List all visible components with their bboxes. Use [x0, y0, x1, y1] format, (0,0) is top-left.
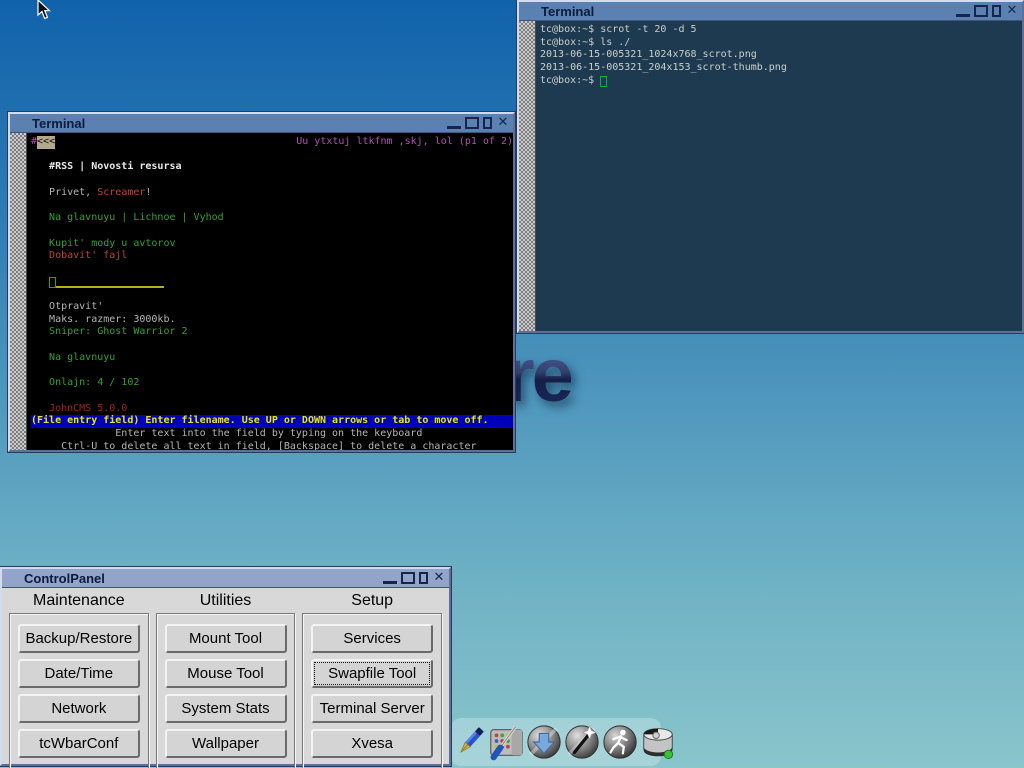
cp-column-setup: Setup Services Swapfile Tool Terminal Serve…: [302, 590, 442, 757]
terminal-line: Maks. razmer: 3000kb.: [31, 314, 513, 327]
maximize-button-icon[interactable]: [401, 572, 415, 584]
terminal-scrollbar[interactable]: [519, 21, 536, 331]
cp-button-services[interactable]: Services: [311, 624, 433, 653]
terminal-line: Privet, Screamer!: [31, 187, 513, 200]
terminal-output[interactable]: tc@box:~$ scrot -t 20 -d 5tc@box:~$ ls .…: [536, 21, 1022, 331]
desktop: re Terminal tc@box:~$ scrot -t 20 -d 5tc…: [0, 0, 1024, 768]
window-title: Terminal: [541, 4, 952, 19]
cp-column-utilities: Utilities Mount Tool Mouse Tool System Stat…: [156, 590, 296, 757]
cp-button-backup-restore[interactable]: Backup/Restore: [18, 624, 140, 653]
titlebar[interactable]: ControlPanel: [2, 569, 449, 588]
shade-button-icon[interactable]: [483, 117, 492, 129]
cp-button-mouse-tool[interactable]: Mouse Tool: [165, 659, 287, 688]
lynx-browser-output[interactable]: #<<<Uu ytxtuj ltkfnm ,skj, lol (p1 of 2)…: [27, 133, 513, 450]
close-button-icon[interactable]: [496, 117, 510, 129]
cp-group-box: Backup/Restore Date/Time Network tcWbarConf: [9, 613, 149, 768]
cp-section-header: Utilities: [156, 590, 296, 613]
cp-section-header: Setup: [302, 590, 442, 613]
text-cursor-icon: [49, 277, 56, 288]
terminal-line: 2013-06-15-005321_204x153_scrot-thumb.pn…: [540, 62, 1022, 75]
cp-button-system-stats[interactable]: System Stats: [165, 694, 287, 723]
cp-button-wallpaper[interactable]: Wallpaper: [165, 729, 287, 758]
terminal-scrollbar[interactable]: [10, 133, 27, 450]
terminal-line: [31, 365, 513, 378]
cp-button-network[interactable]: Network: [18, 694, 140, 723]
terminal-line: Onlajn: 4 / 102: [31, 377, 513, 390]
cp-button-swapfile-tool[interactable]: Swapfile Tool: [311, 659, 433, 688]
titlebar[interactable]: Terminal: [10, 114, 513, 133]
terminal-line: Kupit' mody u avtorov: [31, 238, 513, 251]
terminal-line: Na glavnuyu | Lichnoe | Vyhod: [31, 212, 513, 225]
cp-button-terminal-server[interactable]: Terminal Server: [311, 694, 433, 723]
cp-button-date-time[interactable]: Date/Time: [18, 659, 140, 688]
app-browser-icon[interactable]: [525, 721, 563, 763]
terminal-line: #<<<Uu ytxtuj ltkfnm ,skj, lol (p1 of 2): [31, 136, 513, 149]
close-button-icon[interactable]: [432, 572, 446, 584]
cp-section-header: Maintenance: [9, 590, 149, 613]
terminal-line: tc@box:~$ ls ./: [540, 37, 1022, 50]
terminal-line: (File entry field) Enter filename. Use U…: [31, 415, 513, 428]
text-cursor-icon: [600, 76, 607, 87]
cp-column-maintenance: Maintenance Backup/Restore Date/Time Networ…: [9, 590, 149, 757]
window-title: Terminal: [32, 116, 443, 131]
terminal-window-right: Terminal tc@box:~$ scrot -t 20 -d 5tc@bo…: [517, 0, 1024, 333]
file-input-field[interactable]: [56, 277, 164, 288]
maximize-button-icon[interactable]: [465, 117, 479, 129]
minimize-button-icon[interactable]: [383, 573, 397, 584]
terminal-line: [31, 339, 513, 352]
maximize-button-icon[interactable]: [974, 5, 988, 17]
shade-button-icon[interactable]: [419, 572, 428, 584]
cp-group-box: Mount Tool Mouse Tool System Stats Wallpape…: [156, 613, 296, 768]
terminal-line: [31, 288, 513, 301]
terminal-line: Sniper: Ghost Warrior 2: [31, 326, 513, 339]
terminal-line: tc@box:~$: [540, 75, 1022, 88]
terminal-line: #RSS | Novosti resursa: [31, 161, 513, 174]
cp-button-tcwbarconf[interactable]: tcWbarConf: [18, 729, 140, 758]
titlebar[interactable]: Terminal: [519, 2, 1022, 21]
terminal-line: Enter text into the field by typing on t…: [31, 428, 513, 441]
terminal-line: [31, 263, 513, 276]
cp-button-mount-tool[interactable]: Mount Tool: [165, 624, 287, 653]
terminal-line: [31, 174, 513, 187]
terminal-line: Dobavit' fajl: [31, 250, 513, 263]
close-button-icon[interactable]: [1005, 5, 1019, 17]
control-panel-window: ControlPanel Maintenance Backup/Restore Da…: [0, 567, 451, 766]
terminal-line: Otpravit': [31, 301, 513, 314]
cp-group-box: Services Swapfile Tool Terminal Server Xves…: [302, 613, 442, 768]
terminal-line: [31, 225, 513, 238]
pen-icon[interactable]: [453, 721, 487, 763]
wbar-dock: [451, 718, 661, 766]
control-panel-icon[interactable]: [487, 721, 525, 763]
terminal-line: JohnCMS 5.0.0: [31, 403, 513, 416]
terminal-line: 2013-06-15-005321_1024x768_scrot.png: [540, 49, 1022, 62]
shade-button-icon[interactable]: [992, 5, 1001, 17]
window-title: ControlPanel: [24, 571, 379, 586]
minimize-button-icon[interactable]: [956, 6, 970, 17]
terminal-line: [31, 276, 513, 289]
wizard-icon[interactable]: [563, 721, 601, 763]
terminal-line: [31, 199, 513, 212]
control-panel-columns: Maintenance Backup/Restore Date/Time Networ…: [9, 590, 442, 757]
run-icon[interactable]: [601, 721, 639, 763]
terminal-line: Ctrl-U to delete all text in field, [Bac…: [31, 441, 513, 450]
cp-button-xvesa[interactable]: Xvesa: [311, 729, 433, 758]
terminal-line: tc@box:~$ scrot -t 20 -d 5: [540, 24, 1022, 37]
mount-tool-icon[interactable]: [639, 721, 677, 763]
terminal-line: [31, 149, 513, 162]
terminal-window-left: Terminal #<<<Uu ytxtuj ltkfnm ,skj, lol …: [8, 112, 515, 452]
terminal-line: Na glavnuyu: [31, 352, 513, 365]
minimize-button-icon[interactable]: [447, 118, 461, 129]
mouse-cursor-icon: [37, 0, 52, 26]
terminal-line: [31, 390, 513, 403]
